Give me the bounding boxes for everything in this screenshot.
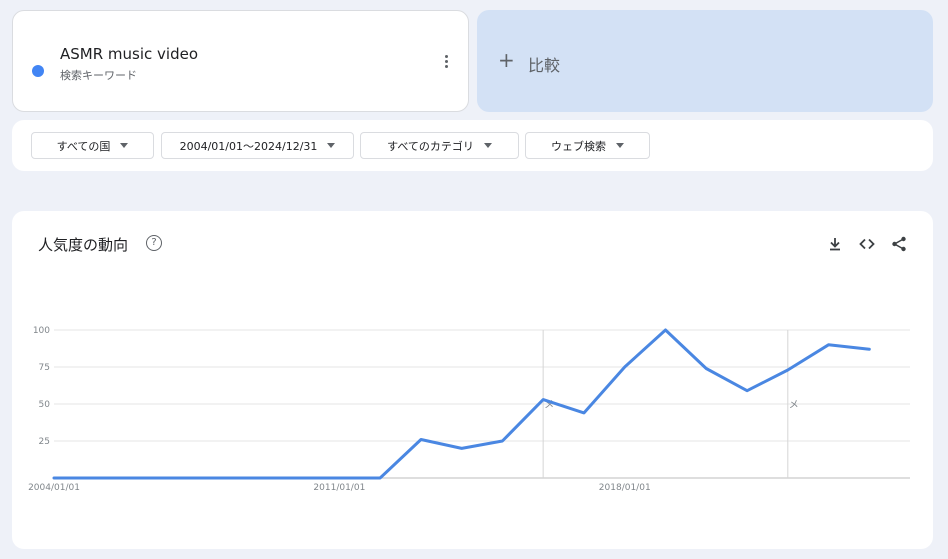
- interest-over-time-card: 人気度の動向 ? 25 50 75 100 メメ 2004/01/01 2011/01/01…: [12, 211, 933, 549]
- term-name[interactable]: ASMR music video: [60, 45, 198, 63]
- date-range-dropdown-label: 2004/01/01～2024/12/31: [179, 139, 318, 153]
- plus-icon: +: [498, 48, 515, 72]
- date-range-dropdown[interactable]: 2004/01/01～2024/12/31: [161, 132, 354, 159]
- country-dropdown[interactable]: すべての国: [31, 132, 154, 159]
- compare-button[interactable]: + 比較: [477, 10, 933, 112]
- category-dropdown-label: すべてのカテゴリ: [387, 139, 474, 153]
- search-type-dropdown[interactable]: ウェブ検索: [525, 132, 650, 159]
- compare-label: 比較: [528, 56, 561, 75]
- y-tick-label: 50: [39, 400, 51, 410]
- y-tick-label: 25: [39, 437, 50, 447]
- dropdown-arrow-icon: [483, 143, 492, 148]
- term-subtitle: 検索キーワード: [60, 69, 137, 82]
- x-tick-label: 2018/01/01: [599, 483, 651, 493]
- annotation-marker: メ: [789, 400, 799, 411]
- dropdown-arrow-icon: [616, 143, 624, 148]
- x-tick-label: 2004/01/01: [28, 483, 80, 493]
- line-chart: 255075100メ メ2004/01/01 2011/01/01 2018/01/0…: [28, 326, 910, 493]
- dropdown-arrow-icon: [120, 143, 129, 148]
- more-vert-icon[interactable]: [438, 53, 454, 73]
- country-dropdown-label: すべての国: [56, 139, 111, 153]
- x-tick-label: 2011/01/01: [313, 483, 365, 493]
- y-tick-label: 75: [39, 363, 50, 373]
- dropdown-arrow-icon: [327, 143, 336, 148]
- search-term-card: ASMR music video 検索キーワード: [12, 10, 469, 112]
- filter-bar: すべての国 2004/01/01～2024/12/31 すべてのカテゴリ ウェブ…: [12, 120, 933, 171]
- search-type-dropdown-label: ウェブ検索: [551, 139, 606, 153]
- y-tick-label: 100: [33, 326, 50, 336]
- category-dropdown[interactable]: すべてのカテゴリ: [360, 132, 519, 159]
- term-color-dot: [32, 65, 44, 77]
